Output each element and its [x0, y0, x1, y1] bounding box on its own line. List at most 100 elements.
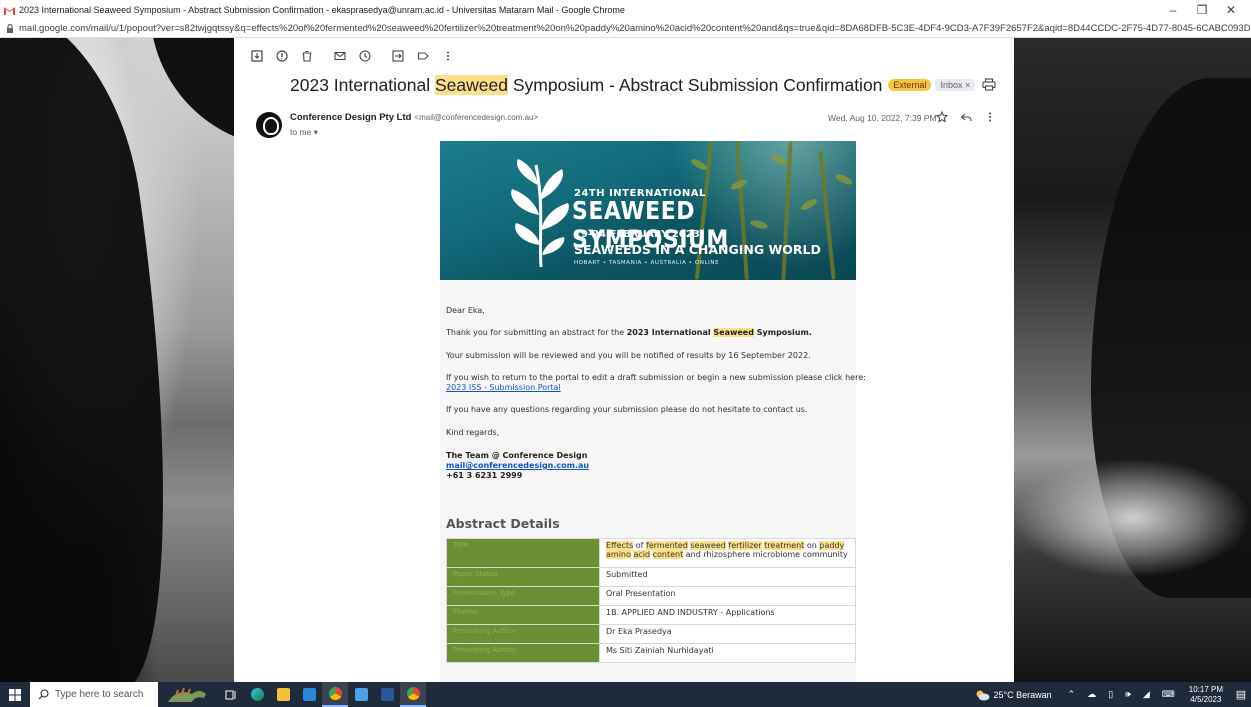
email-body-card: 24TH INTERNATIONAL SEAWEED SYMPOSIUM 19-…	[440, 141, 866, 682]
table-value: Oral Presentation	[599, 586, 856, 606]
message-more-button[interactable]	[984, 111, 996, 126]
email-subject: 2023 International Seaweed Symposium - A…	[290, 75, 976, 96]
contact-email-link[interactable]: mail@conferencedesign.com.au	[446, 461, 589, 470]
submission-portal-link[interactable]: 2023 ISS - Submission Portal	[446, 383, 561, 392]
word-icon	[380, 688, 394, 701]
chrome-icon	[328, 687, 342, 700]
portal-paragraph: If you wish to return to the portal to e…	[446, 373, 866, 382]
search-highlight-icon[interactable]	[158, 682, 218, 707]
move-to-icon	[392, 50, 404, 62]
email-view: 2023 International Seaweed Symposium - A…	[234, 38, 1014, 682]
subject-highlight: Seaweed	[434, 75, 508, 95]
window-title: 2023 International Seaweed Symposium - A…	[19, 5, 625, 15]
symposium-banner: 24TH INTERNATIONAL SEAWEED SYMPOSIUM 19-…	[440, 141, 856, 280]
edge-icon	[250, 688, 264, 701]
start-button[interactable]	[0, 682, 30, 707]
taskbar-chrome-2[interactable]	[400, 682, 426, 707]
notifications-icon[interactable]: ▤	[1231, 688, 1251, 701]
onedrive-icon[interactable]: ☁	[1087, 689, 1096, 700]
seaweed-logo-icon	[511, 159, 569, 268]
team-name: The Team @ Conference Design	[446, 451, 588, 460]
thanks-bold-2: Symposium.	[753, 328, 812, 337]
table-key: Theme	[446, 605, 600, 625]
reply-button[interactable]	[960, 111, 972, 126]
table-value: Submitted	[599, 567, 856, 587]
thanks-highlight: Seaweed	[713, 328, 754, 337]
url-text[interactable]: mail.google.com/mail/u/1/popout?ver=s82t…	[19, 23, 1251, 34]
move-to-button[interactable]	[387, 47, 409, 65]
external-tag: External	[888, 79, 932, 91]
taskbar-file-explorer[interactable]	[270, 682, 296, 707]
greeting: Dear Eka,	[446, 306, 485, 315]
print-button[interactable]	[982, 78, 996, 94]
banner-line-3: 19-24 FEBRUARY 2023	[574, 229, 700, 240]
table-key: Title	[446, 538, 600, 568]
banner-line-4: SEAWEEDS IN A CHANGING WORLD	[574, 242, 821, 257]
volume-icon[interactable]: 🕪	[1125, 689, 1131, 700]
chevron-up-icon[interactable]: ⌃	[1068, 689, 1076, 700]
wifi-icon[interactable]: ◢	[1143, 689, 1150, 700]
more-options-button[interactable]	[437, 47, 459, 65]
clock-icon	[359, 50, 371, 62]
table-key: Paper Status	[446, 567, 600, 587]
taskbar-store[interactable]	[348, 682, 374, 707]
table-row: Presenting Author Dr Eka Prasedya	[446, 624, 856, 644]
windows-logo-icon	[9, 688, 21, 701]
label-icon	[417, 52, 429, 60]
sender-name[interactable]: Conference Design Pty Ltd <mail@conferenc…	[290, 112, 538, 123]
snooze-button[interactable]	[354, 47, 376, 65]
sender-email: <mail@conferencedesign.com.au>	[414, 113, 539, 122]
table-row: Theme 1B. APPLIED AND INDUSTRY - Applica…	[446, 605, 856, 625]
star-button[interactable]	[935, 110, 949, 126]
archive-button[interactable]	[246, 47, 268, 65]
print-icon	[982, 78, 996, 91]
battery-icon[interactable]: ▯	[1108, 689, 1113, 700]
search-placeholder: Type here to search	[55, 689, 144, 700]
table-key: Presenting Author	[446, 624, 600, 644]
table-key: Presenting Author	[446, 643, 600, 663]
thanks-text: Thank you for submitting an abstract for…	[446, 328, 627, 337]
banner-line-5: HOBART • TASMANIA • AUSTRALIA • ONLINE	[574, 260, 720, 266]
address-bar[interactable]: mail.google.com/mail/u/1/popout?ver=s82t…	[0, 20, 1251, 38]
gmail-icon	[4, 6, 15, 15]
keyboard-icon[interactable]: ⌨	[1162, 689, 1175, 700]
system-tray: 25°C Berawan ⌃ ☁ ▯ 🕪 ◢ ⌨ 10:17 PM 4/5/20…	[974, 682, 1251, 707]
sender-avatar[interactable]	[256, 112, 282, 138]
system-clock[interactable]: 10:17 PM 4/5/2023	[1189, 685, 1223, 705]
table-row: Presenting Author Ms Siti Zainiah Nurhid…	[446, 643, 856, 663]
labels-button[interactable]	[412, 47, 434, 65]
clock-time: 10:17 PM	[1188, 684, 1223, 694]
clock-date: 4/5/2023	[1190, 694, 1222, 704]
restore-icon[interactable]: ❐	[1190, 3, 1214, 17]
report-spam-button[interactable]	[271, 47, 293, 65]
task-view-button[interactable]	[218, 682, 244, 707]
inbox-label-chip[interactable]: Inbox ×	[935, 79, 976, 91]
thanks-paragraph: Thank you for submitting an abstract for…	[446, 328, 812, 338]
taskbar-mail[interactable]	[296, 682, 322, 707]
recipient-details-toggle[interactable]: to me ▾	[290, 127, 318, 138]
abstract-details-table: Title Effects of fermented seaweed ferti…	[446, 538, 856, 663]
taskbar-search-box[interactable]: Type here to search	[30, 682, 158, 707]
sender-name-text: Conference Design Pty Ltd	[290, 112, 412, 123]
mark-unread-button[interactable]	[329, 47, 351, 65]
envelope-icon	[334, 51, 346, 61]
table-row: Presentation Type Oral Presentation	[446, 586, 856, 606]
close-icon[interactable]: ✕	[1219, 3, 1243, 17]
weather-widget[interactable]: 25°C Berawan	[974, 689, 1052, 701]
background-photo-right	[1014, 38, 1251, 682]
background-photo-left	[0, 38, 234, 682]
star-icon	[935, 110, 949, 123]
taskbar-word[interactable]	[374, 682, 400, 707]
questions-paragraph: If you have any questions regarding your…	[446, 405, 808, 414]
thanks-bold-1: 2023 International	[626, 328, 714, 337]
table-row: Paper Status Submitted	[446, 567, 856, 587]
report-icon	[276, 50, 288, 62]
cloud-sun-icon	[976, 690, 990, 700]
delete-button[interactable]	[296, 47, 318, 65]
trash-icon	[302, 50, 312, 62]
minimize-icon[interactable]: –	[1161, 3, 1185, 17]
taskbar-chrome-1[interactable]	[322, 682, 348, 707]
email-date: Wed, Aug 10, 2022, 7:39 PM	[828, 113, 937, 123]
taskbar-edge[interactable]	[244, 682, 270, 707]
folder-icon	[276, 688, 290, 701]
